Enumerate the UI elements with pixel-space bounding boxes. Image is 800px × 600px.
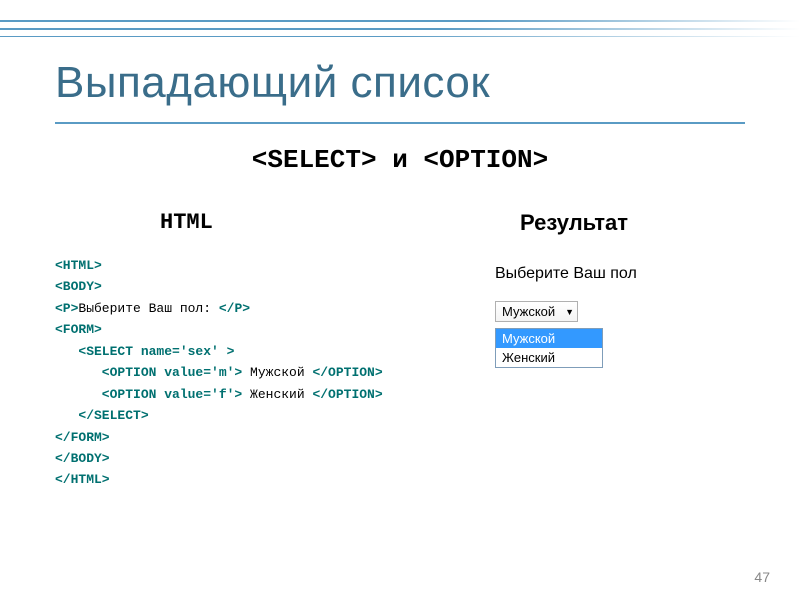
slide-subtitle: <SELECT> и <OPTION> bbox=[0, 145, 800, 175]
dropdown-option[interactable]: Мужской bbox=[496, 329, 602, 348]
chevron-down-icon: ▼ bbox=[565, 307, 574, 317]
code-line: <OPTION value='m'> bbox=[55, 365, 242, 380]
column-result-label: Результат bbox=[520, 210, 628, 236]
code-line: <HTML> bbox=[55, 258, 102, 273]
code-line: </OPTION> bbox=[312, 387, 382, 402]
code-line: </P> bbox=[219, 301, 250, 316]
code-line: <BODY> bbox=[55, 279, 102, 294]
code-line: <OPTION value='f'> bbox=[55, 387, 242, 402]
code-line: </FORM> bbox=[55, 430, 110, 445]
column-html-label: HTML bbox=[160, 210, 213, 235]
code-line: <FORM> bbox=[55, 322, 102, 337]
select-value: Мужской bbox=[502, 304, 555, 319]
code-line: </HTML> bbox=[55, 472, 110, 487]
result-block: Выберите Ваш пол Мужской ▼ bbox=[495, 265, 637, 322]
result-label: Выберите Ваш пол bbox=[495, 265, 637, 283]
code-line: <SELECT name='sex' > bbox=[55, 344, 234, 359]
select-dropdown[interactable]: Мужской ▼ bbox=[495, 301, 578, 322]
code-block: <HTML> <BODY> <P>Выберите Ваш пол: </P> … bbox=[55, 255, 383, 491]
code-line: </BODY> bbox=[55, 451, 110, 466]
dropdown-list[interactable]: Мужской Женский bbox=[495, 328, 603, 368]
code-line: <P> bbox=[55, 301, 78, 316]
code-text: Женский bbox=[242, 387, 312, 402]
title-underline bbox=[55, 122, 745, 124]
code-line: </OPTION> bbox=[312, 365, 382, 380]
slide-title: Выпадающий список bbox=[55, 58, 490, 108]
decorative-lines bbox=[0, 20, 800, 45]
dropdown-option[interactable]: Женский bbox=[496, 348, 602, 367]
code-line: </SELECT> bbox=[55, 408, 149, 423]
code-text: Мужской bbox=[242, 365, 312, 380]
page-number: 47 bbox=[754, 569, 770, 585]
code-text: Выберите Ваш пол: bbox=[78, 301, 218, 316]
